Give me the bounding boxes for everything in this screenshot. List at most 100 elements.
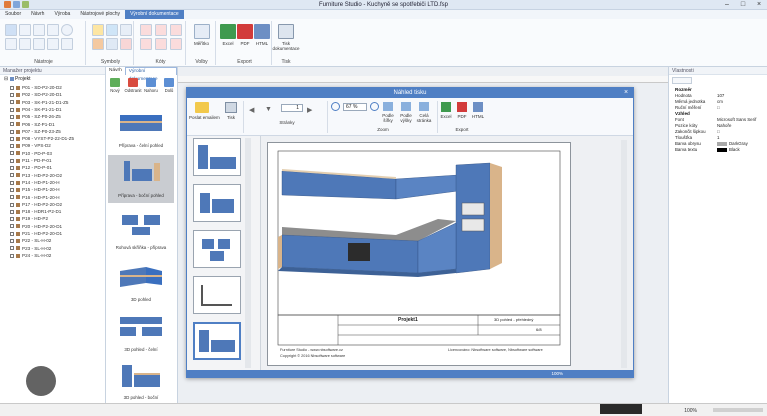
tree-checkbox[interactable] — [10, 253, 14, 258]
tree-checkbox[interactable] — [10, 129, 14, 134]
move-up-button[interactable]: Nahoru — [142, 76, 160, 96]
tree-checkbox[interactable] — [10, 180, 14, 185]
tree-checkbox[interactable] — [10, 93, 14, 98]
lens-search-icon[interactable] — [26, 366, 56, 396]
tree-checkbox[interactable] — [10, 231, 14, 236]
nav-tab-design[interactable]: Návrh — [106, 67, 125, 75]
page-thumb-1[interactable] — [193, 138, 241, 176]
tree-item[interactable]: P08 - VYST-P2-22-D1-Z5 — [10, 135, 74, 142]
dialog-close-button[interactable]: × — [621, 88, 631, 98]
thumbs-scrollbar[interactable] — [245, 138, 251, 368]
tree-checkbox[interactable] — [10, 173, 14, 178]
prop-checkbox[interactable]: □ — [717, 105, 720, 111]
circle-tool-icon[interactable] — [61, 24, 73, 36]
prop-value[interactable]: Black — [717, 147, 740, 153]
lamp-symbol-icon[interactable] — [106, 38, 118, 50]
tree-item[interactable]: P06 - SZ-P1-D1 — [10, 121, 55, 128]
tree-item[interactable]: P19 - HD-P2 — [10, 215, 48, 222]
tree-checkbox[interactable] — [10, 246, 14, 251]
tab-vyrobni-dokumentace[interactable]: Výrobní dokumentace — [125, 10, 184, 19]
pdf-icon[interactable] — [457, 102, 467, 112]
html-icon[interactable] — [473, 102, 483, 112]
html-icon[interactable] — [254, 24, 270, 39]
tree-item[interactable]: P17 - HD-P2-20-D2 — [10, 201, 62, 208]
tree-item[interactable]: P03 - SK-P1-21-D1-Z5 — [10, 99, 68, 106]
move-tool-icon[interactable] — [5, 38, 17, 50]
shape-tool-icon[interactable] — [61, 38, 73, 50]
tree-checkbox[interactable] — [10, 144, 14, 149]
tree-checkbox[interactable] — [10, 187, 14, 192]
dimension-chain-icon[interactable] — [170, 38, 182, 50]
properties-sort-icon[interactable] — [672, 77, 692, 84]
tree-checkbox[interactable] — [10, 136, 14, 141]
tree-checkbox[interactable] — [10, 209, 14, 214]
tree-checkbox[interactable] — [10, 107, 14, 112]
minimize-button[interactable]: – — [719, 0, 735, 10]
dimension-radius-icon[interactable] — [155, 38, 167, 50]
tree-item[interactable]: P23 - SL-H-02 — [10, 245, 51, 252]
maximize-button[interactable]: □ — [735, 0, 751, 10]
scale-grid-icon[interactable] — [194, 24, 210, 39]
switch-symbol-icon[interactable] — [92, 38, 104, 50]
water-symbol-icon[interactable] — [106, 24, 118, 36]
page-thumb-3[interactable] — [193, 230, 241, 268]
tree-checkbox[interactable] — [10, 100, 14, 105]
tree-checkbox[interactable] — [10, 195, 14, 200]
prev-page-icon[interactable]: ▼ — [265, 106, 272, 113]
dimension-aligned-icon[interactable] — [170, 24, 182, 36]
drop-symbol-icon[interactable] — [120, 24, 132, 36]
socket-symbol-icon[interactable] — [92, 24, 104, 36]
fit-width-icon[interactable] — [383, 102, 393, 111]
pdf-icon[interactable] — [237, 24, 253, 39]
tree-item[interactable]: P04 - SK-P1-21-D1 — [10, 106, 62, 113]
zoom-in-icon[interactable] — [370, 102, 379, 111]
preview-scrollbar[interactable] — [621, 140, 627, 368]
measure-tool-icon[interactable] — [19, 38, 31, 50]
tree-item[interactable]: P20 - HD-P2-20-D1 — [10, 223, 62, 230]
page-number-input[interactable]: 1 — [281, 104, 303, 112]
doc-thumb-1[interactable]: Příprava - čelní pohled — [108, 105, 174, 153]
email-icon[interactable] — [195, 102, 209, 113]
text-tool-icon[interactable] — [33, 38, 45, 50]
excel-icon[interactable] — [441, 102, 451, 112]
page-thumb-4[interactable] — [193, 276, 241, 314]
tab-vyroba[interactable]: Výroba — [49, 10, 75, 19]
zoom-out-icon[interactable] — [331, 102, 340, 111]
first-page-icon[interactable]: ◀ — [249, 106, 254, 114]
fill-tool-icon[interactable] — [47, 38, 59, 50]
close-button[interactable]: × — [751, 0, 767, 10]
dimension-vertical-icon[interactable] — [155, 24, 167, 36]
tree-checkbox[interactable] — [10, 122, 14, 127]
printer-icon[interactable] — [225, 102, 237, 113]
tree-item[interactable]: P21 - HD-P2-20-D1 — [10, 230, 62, 237]
page-thumb-2[interactable] — [193, 184, 241, 222]
tree-item[interactable]: P07 - SZ-P0-23-Z5 — [10, 128, 61, 135]
doc-thumb-5[interactable]: 3D pohled - čelní — [108, 309, 174, 357]
tree-checkbox[interactable] — [10, 85, 14, 90]
printer-icon[interactable] — [278, 24, 294, 39]
line-tool-icon[interactable] — [19, 24, 31, 36]
tree-checkbox[interactable] — [10, 217, 14, 222]
tree-item[interactable]: P18 - HDR1-P2-D1 — [10, 208, 61, 215]
tree-checkbox[interactable] — [10, 239, 14, 244]
tree-item[interactable]: P05 - SZ-P0-26-Z5 — [10, 113, 61, 120]
move-down-button[interactable]: Dolů — [160, 76, 178, 96]
tree-item[interactable]: P22 - SL-H-02 — [10, 237, 51, 244]
dimension-horizontal-icon[interactable] — [140, 24, 152, 36]
tree-item[interactable]: P10 - PD-P-03 — [10, 150, 52, 157]
tree-item[interactable]: P16 - HD-P1-20-H — [10, 194, 60, 201]
delete-button[interactable]: Odstranit — [124, 76, 142, 96]
doc-thumb-2[interactable]: Příprava - boční pohled — [108, 155, 174, 203]
page-thumb-5-selected[interactable] — [193, 322, 241, 360]
rectangle-tool-icon[interactable] — [47, 24, 59, 36]
tab-soubor[interactable]: Soubor — [0, 10, 26, 19]
tree-item[interactable]: P01 - SD-P2-20-D2 — [10, 84, 62, 91]
tree-item[interactable]: P15 - HD-P1-20-H — [10, 186, 60, 193]
select-tool-icon[interactable] — [5, 24, 17, 36]
tree-checkbox[interactable] — [10, 202, 14, 207]
prop-row[interactable]: Barva textu Black — [675, 147, 765, 153]
tree-checkbox[interactable] — [10, 158, 14, 163]
zoom-select[interactable]: 67 % — [343, 103, 367, 111]
tree-item[interactable]: P11 - PD-P-01 — [10, 157, 52, 164]
doc-thumb-3[interactable]: Rohová skříňka - příprava — [108, 207, 174, 255]
